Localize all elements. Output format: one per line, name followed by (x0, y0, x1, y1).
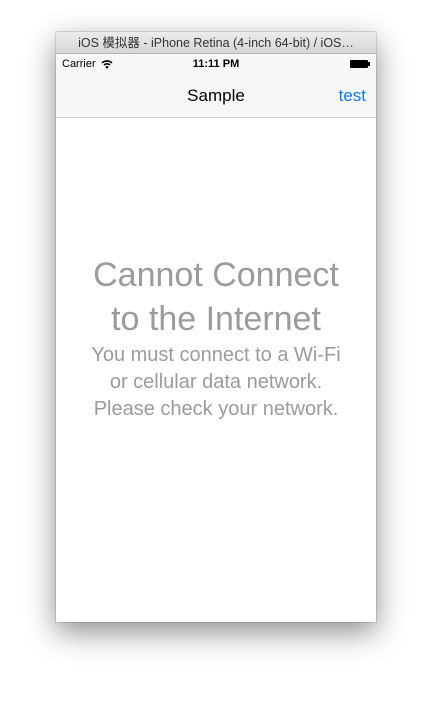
simulator-window: iOS 模拟器 - iPhone Retina (4-inch 64-bit) … (56, 32, 376, 622)
status-bar: Carrier 11:11 PM (56, 54, 376, 74)
error-message-line: Please check your network. (93, 398, 339, 420)
navigation-bar: Sample test (56, 74, 376, 118)
battery-icon (350, 60, 370, 68)
status-time: 11:11 PM (192, 58, 240, 70)
error-message-line: or cellular data network. (109, 371, 323, 393)
test-button[interactable]: test (339, 74, 366, 117)
window-title: iOS 模拟器 - iPhone Retina (4-inch 64-bit) … (78, 36, 354, 50)
error-title-line: Cannot Connect (93, 256, 339, 294)
error-message-line: You must connect to a Wi-Fi (91, 344, 341, 366)
error-message: You must connect to a Wi-Fi or cellular … (56, 342, 376, 423)
content-area: Cannot Connect to the Internet You must … (56, 118, 376, 622)
nav-title: Sample (187, 86, 245, 105)
window-titlebar[interactable]: iOS 模拟器 - iPhone Retina (4-inch 64-bit) … (56, 32, 376, 54)
error-title-line: to the Internet (111, 300, 321, 338)
error-title: Cannot Connect to the Internet (56, 253, 376, 341)
